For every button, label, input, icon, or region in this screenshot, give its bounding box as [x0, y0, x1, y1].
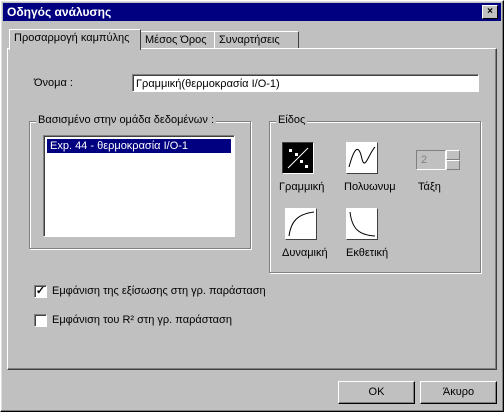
- window-title: Οδηγός ανάλυσης: [7, 5, 112, 19]
- name-label: Όνομα :: [34, 77, 73, 89]
- show-equation-label[interactable]: Εμφάνιση της εξίσωσης στη γρ. παράσταση: [52, 285, 266, 297]
- list-item[interactable]: Exp. 44 - θερμοκρασία I/O-1: [47, 139, 231, 153]
- title-bar[interactable]: Οδηγός ανάλυσης ×: [3, 3, 501, 21]
- spin-up-button[interactable]: [446, 150, 460, 160]
- close-button[interactable]: ×: [482, 5, 498, 19]
- power-type-button[interactable]: [285, 208, 317, 240]
- linear-fit-icon: [287, 147, 309, 169]
- exponential-fit-icon: [349, 211, 376, 237]
- order-spinner-arrows: [446, 150, 460, 170]
- exponential-type-button[interactable]: [346, 208, 378, 240]
- ok-button[interactable]: OK: [338, 381, 415, 404]
- tab-curve-fit[interactable]: Προσαρμογή καμπύλης: [9, 29, 141, 50]
- type-group-title: Είδος: [276, 114, 308, 126]
- dataset-listbox[interactable]: Exp. 44 - θερμοκρασία I/O-1: [43, 135, 235, 237]
- polynomial-type-label: Πολυωνυμ: [344, 181, 396, 193]
- power-fit-icon: [288, 211, 315, 237]
- show-equation-checkbox[interactable]: ✓: [34, 285, 47, 298]
- type-group: Είδος Γραμμική Πολυωνυμ 2 Τάξη Δυναμική …: [269, 114, 481, 273]
- name-input[interactable]: Γραμμική(θερμοκρασία I/O-1): [132, 74, 479, 92]
- spin-down-button[interactable]: [446, 160, 460, 170]
- dataset-group: Βασισμένο στην ομάδα δεδομένων : Exp. 44…: [29, 114, 251, 249]
- polynomial-type-button[interactable]: [346, 142, 378, 174]
- dialog-window: Οδηγός ανάλυσης × Προσαρμογή καμπύλης Μέ…: [0, 0, 504, 412]
- show-r2-label[interactable]: Εμφάνιση του R² στη γρ. παράσταση: [52, 314, 232, 326]
- show-r2-checkbox[interactable]: [34, 314, 47, 327]
- cancel-button[interactable]: Άκυρο: [420, 381, 497, 404]
- power-type-label: Δυναμική: [282, 247, 328, 259]
- linear-type-button[interactable]: [282, 142, 314, 174]
- dataset-group-title: Βασισμένο στην ομάδα δεδομένων :: [36, 114, 217, 126]
- polynomial-fit-icon: [348, 146, 376, 168]
- tab-functions[interactable]: Συναρτήσεις: [214, 31, 299, 49]
- order-spinner[interactable]: 2: [416, 150, 446, 170]
- order-label: Τάξη: [418, 181, 441, 193]
- linear-type-label: Γραμμική: [279, 181, 325, 193]
- exponential-type-label: Εκθετική: [346, 247, 389, 259]
- tab-average[interactable]: Μέσος Όρος: [140, 31, 218, 49]
